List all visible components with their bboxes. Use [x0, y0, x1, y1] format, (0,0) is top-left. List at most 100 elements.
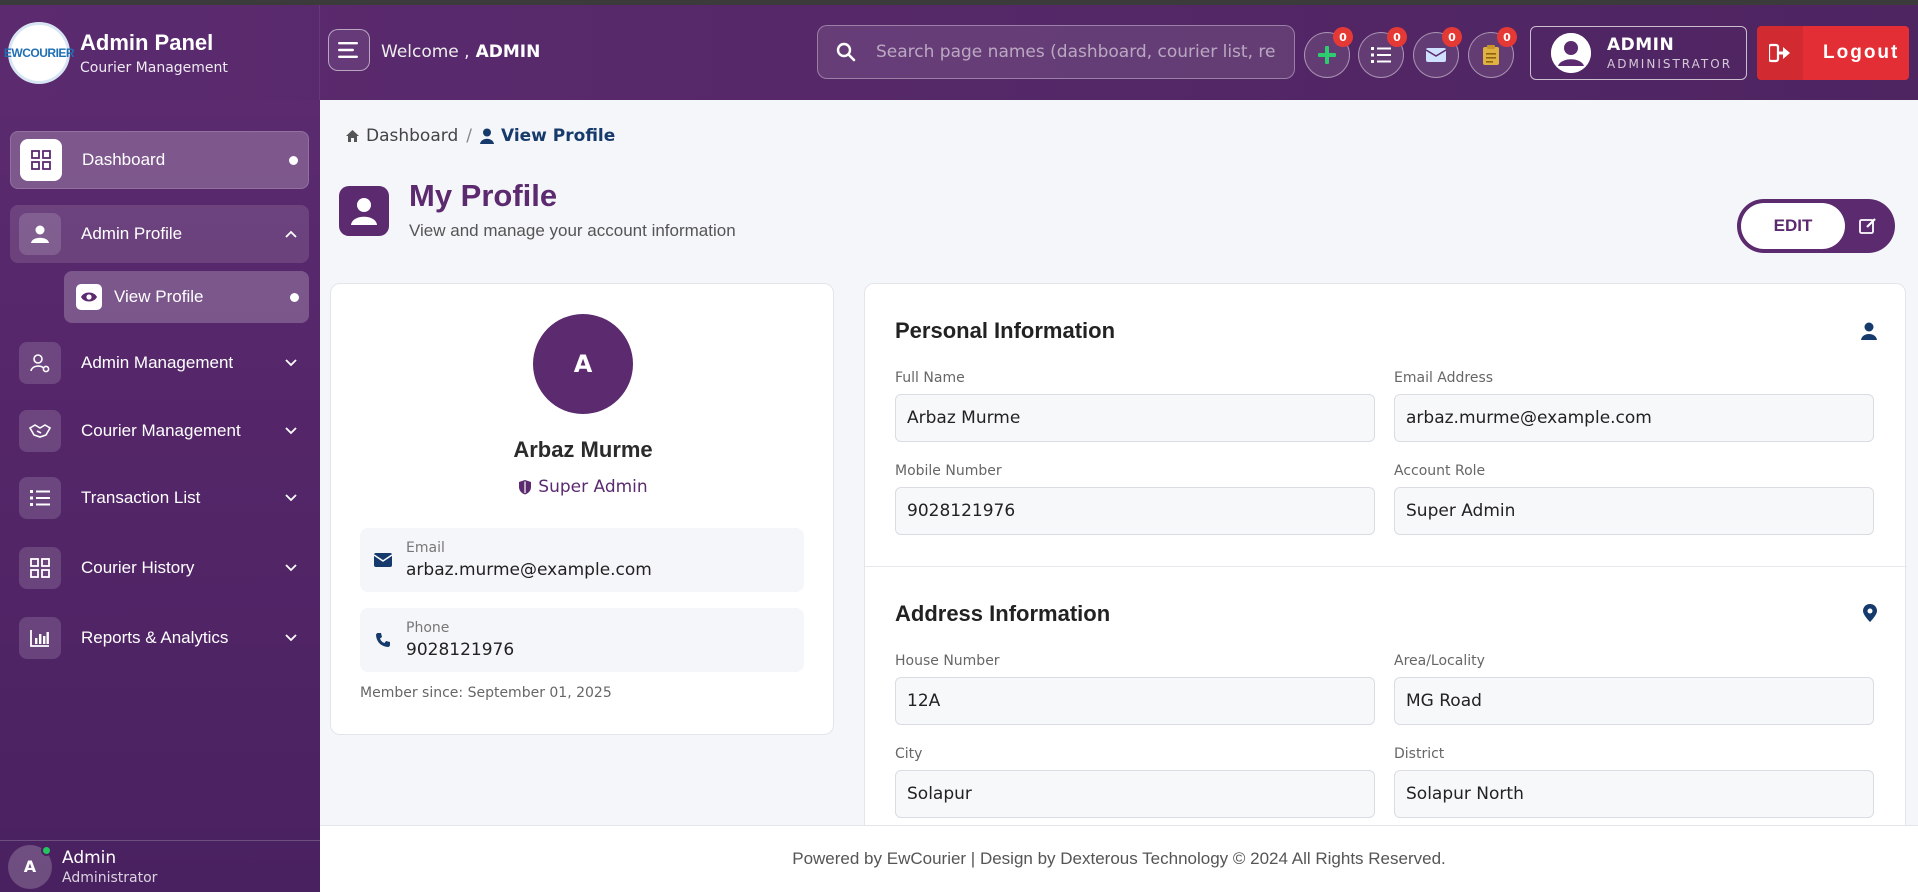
page-title: My Profile [409, 178, 558, 213]
notification-badge: 0 [1442, 27, 1462, 47]
house-number-label: House Number [895, 653, 1000, 669]
breadcrumb-current: View Profile [500, 126, 616, 146]
list-icon [19, 477, 61, 519]
sidebar-item-courier-management[interactable]: Courier Management [10, 402, 309, 460]
sidebar-item-courier-history[interactable]: Courier History [10, 539, 309, 597]
breadcrumb-home-link[interactable]: Dashboard [366, 126, 458, 146]
profile-name: Arbaz Murme [513, 437, 653, 462]
user-name: ADMIN [1607, 35, 1675, 55]
chevron-down-icon [285, 494, 297, 502]
sidebar-subitem-label: View Profile [114, 287, 204, 306]
sidebar-item-transaction-list[interactable]: Transaction List [10, 469, 309, 527]
hamburger-icon [338, 42, 358, 58]
online-status-dot [41, 844, 52, 856]
sidebar-item-label: Reports & Analytics [81, 628, 229, 647]
profile-email-item: Email arbaz.murme@example.com [360, 528, 804, 592]
city-label: City [895, 746, 923, 762]
chevron-down-icon [285, 564, 297, 572]
search-box[interactable] [817, 25, 1295, 79]
plus-icon [1318, 46, 1336, 64]
sidebar-item-dashboard[interactable]: Dashboard [10, 131, 309, 189]
quick-mail-button[interactable]: 0 [1413, 27, 1462, 78]
chevron-down-icon [285, 427, 297, 435]
sidebar-user-footer[interactable]: A Admin Administrator [0, 840, 320, 892]
sidebar-item-label: Dashboard [82, 150, 166, 169]
sidebar-item-label: Admin Management [81, 353, 234, 372]
area-locality-field: MG Road [1394, 677, 1874, 725]
notification-badge: 0 [1497, 27, 1517, 47]
user-role: ADMINISTRATOR [1607, 57, 1733, 71]
header: EWCOURIER Admin Panel Courier Management… [0, 5, 1918, 100]
sign-out-icon [1757, 26, 1803, 80]
map-pin-icon [1863, 604, 1877, 622]
grid-icon [19, 547, 61, 589]
profile-summary-card: A Arbaz Murme Super Admin Email arbaz.mu… [330, 283, 834, 735]
house-number-field: 12A [895, 677, 1375, 725]
list-icon [1371, 47, 1391, 63]
sidebar: Dashboard Admin Profile View Profile Adm… [0, 100, 320, 892]
avatar: A [533, 314, 633, 414]
sidebar-subitem-view-profile[interactable]: View Profile [64, 271, 309, 323]
profile-role-label: Super Admin [538, 477, 648, 497]
user-cog-icon [19, 342, 61, 384]
phone-value: 9028121976 [406, 640, 515, 660]
profile-phone-item: Phone 9028121976 [360, 608, 804, 672]
user-icon [1861, 322, 1877, 340]
active-dot [290, 292, 299, 302]
avatar-letter: A [23, 857, 37, 876]
user-icon [479, 128, 494, 144]
logo: EWCOURIER [4, 21, 75, 84]
sidebar-item-label: Admin Profile [81, 224, 183, 243]
main-content: Dashboard / View Profile My Profile View… [320, 100, 1918, 843]
sidebar-item-label: Transaction List [81, 488, 201, 507]
search-icon [836, 42, 856, 62]
welcome-prefix: Welcome , [381, 42, 470, 62]
sidebar-item-reports-analytics[interactable]: Reports & Analytics [10, 609, 309, 667]
sidebar-item-admin-profile[interactable]: Admin Profile [10, 205, 309, 263]
breadcrumb: Dashboard / View Profile [345, 126, 615, 146]
menu-toggle-button[interactable] [328, 29, 370, 71]
email-address-field: arbaz.murme@example.com [1394, 394, 1874, 442]
profile-role: Super Admin [331, 477, 835, 497]
grid-icon [20, 139, 62, 181]
full-name-field: Arbaz Murme [895, 394, 1375, 442]
envelope-icon [1426, 48, 1446, 62]
user-menu-button[interactable]: ADMIN ADMINISTRATOR [1530, 26, 1747, 80]
eye-icon [76, 284, 102, 310]
account-role-field: Super Admin [1394, 487, 1874, 535]
brand[interactable]: EWCOURIER Admin Panel Courier Management [0, 5, 320, 100]
welcome-user: ADMIN [475, 42, 541, 62]
sidebar-user-role: Administrator [62, 869, 158, 886]
section-divider [865, 566, 1907, 567]
notification-badge: 0 [1333, 27, 1353, 47]
city-field: Solapur [895, 770, 1375, 818]
sidebar-item-label: Courier Management [81, 421, 241, 440]
breadcrumb-separator: / [466, 126, 472, 146]
user-icon [351, 198, 377, 225]
chart-icon [19, 617, 61, 659]
chevron-down-icon [285, 359, 297, 367]
avatar [1551, 33, 1591, 73]
member-since: Member since: September 01, 2025 [360, 685, 612, 701]
district-field: Solapur North [1394, 770, 1874, 818]
quick-add-button[interactable]: 0 [1304, 27, 1353, 78]
edit-label: EDIT [1741, 203, 1845, 249]
quick-clipboard-button[interactable]: 0 [1468, 27, 1517, 78]
profile-details-card: Personal Information Full Name Arbaz Mur… [864, 283, 1907, 843]
sidebar-item-admin-management[interactable]: Admin Management [10, 334, 309, 392]
notification-badge: 0 [1387, 27, 1407, 47]
welcome-text: Welcome , ADMIN [381, 42, 540, 62]
search-input[interactable] [876, 42, 1276, 62]
phone-icon [360, 632, 406, 648]
district-label: District [1394, 746, 1445, 762]
quick-list-button[interactable]: 0 [1358, 27, 1407, 78]
logout-button[interactable]: Logout [1757, 26, 1909, 80]
edit-profile-button[interactable]: EDIT [1737, 199, 1895, 253]
area-locality-label: Area/Locality [1394, 653, 1485, 669]
edit-icon [1859, 218, 1876, 234]
email-value: arbaz.murme@example.com [406, 560, 652, 580]
account-role-label: Account Role [1394, 463, 1486, 479]
chevron-down-icon [285, 634, 297, 642]
mobile-number-field: 9028121976 [895, 487, 1375, 535]
clipboard-icon [1483, 45, 1499, 65]
